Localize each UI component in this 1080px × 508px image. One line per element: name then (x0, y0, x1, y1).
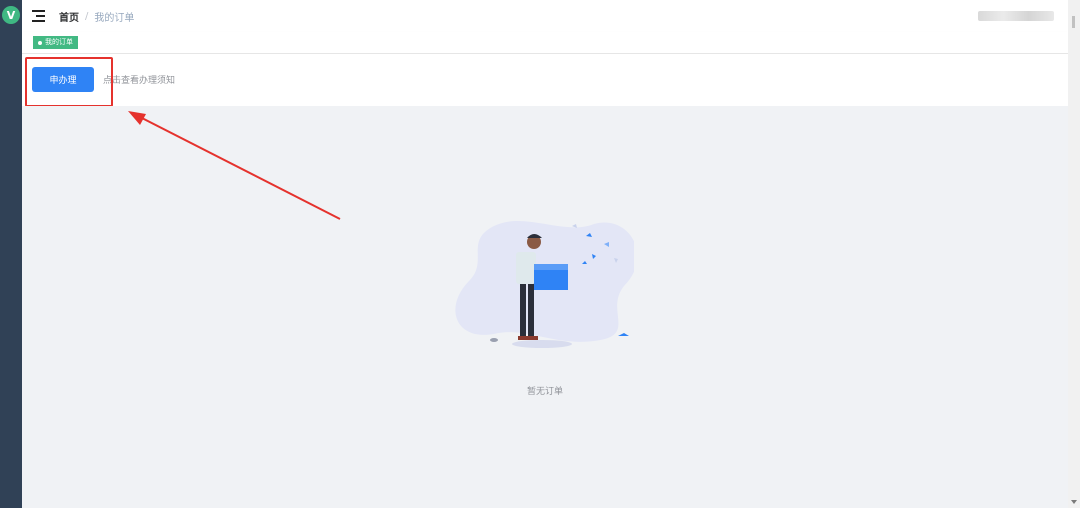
vertical-scrollbar[interactable] (1068, 0, 1080, 508)
breadcrumb-home[interactable]: 首页 (59, 9, 79, 24)
hamburger-menu-icon[interactable] (32, 10, 45, 22)
breadcrumb: 首页 / 我的订单 (59, 9, 134, 24)
notice-link[interactable]: 点击查看办理须知 (103, 73, 175, 86)
sidebar: V (0, 0, 22, 508)
navbar: 首页 / 我的订单 (22, 0, 1068, 32)
logo-letter: V (6, 8, 16, 22)
active-dot-icon (38, 40, 42, 45)
breadcrumb-current: 我的订单 (94, 13, 135, 24)
apply-button[interactable]: 申办理 (32, 67, 94, 92)
tags-view-bar: 我的订单 (22, 32, 1068, 54)
content-area: 暂无订单 (22, 106, 1068, 508)
empty-box-illustration (455, 221, 634, 348)
scrollbar-thumb[interactable] (1072, 16, 1075, 28)
tag-label: 我的订单 (45, 38, 73, 46)
breadcrumb-separator: / (85, 11, 89, 22)
empty-state-text: 暂无订单 (526, 387, 563, 397)
app-logo[interactable]: V (2, 6, 20, 24)
main-area: 首页 / 我的订单 我的订单 申办理 点击查看办理须知 暂无订单 (22, 0, 1068, 508)
action-bar: 申办理 点击查看办理须知 (22, 54, 1068, 107)
tag-my-orders[interactable]: 我的订单 (33, 36, 78, 49)
user-info-blurred[interactable] (978, 11, 1054, 21)
scroll-down-icon[interactable] (1071, 500, 1077, 504)
